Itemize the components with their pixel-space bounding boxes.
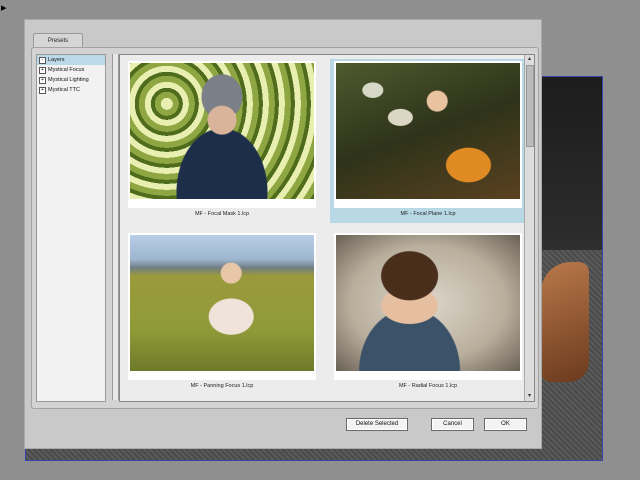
tree-item-mystical-lighting[interactable]: + Mystical Lighting — [37, 75, 105, 85]
thumbnail-frame — [128, 233, 316, 380]
tree-item-mystical-focus[interactable]: + Mystical Focus — [37, 65, 105, 75]
boy-in-flowers-image — [130, 63, 314, 199]
preset-tree[interactable]: - Layers + Mystical Focus + Mystical Lig… — [36, 54, 106, 402]
tree-item-layers[interactable]: - Layers — [37, 55, 105, 65]
collapse-icon[interactable]: - — [39, 56, 46, 64]
preset-thumbnail-focal-mask[interactable]: MF - Focal Mask 1.lcp — [124, 59, 320, 223]
expand-icon[interactable]: + — [39, 76, 46, 84]
thumbnail-frame — [128, 61, 316, 208]
preset-caption: MF - Radial Focus 1.lcp — [398, 383, 458, 389]
preset-caption: MF - Focal Plane 1.lcp — [400, 211, 456, 217]
scroll-up-icon[interactable]: ▴ — [525, 55, 534, 64]
preset-caption: MF - Focal Mask 1.lcp — [194, 211, 250, 217]
preset-thumbnail-panning-focus[interactable]: MF - Panning Focus 1.lcp — [124, 231, 320, 395]
expand-icon[interactable]: + — [39, 86, 46, 94]
mouse-cursor-icon: ▸ — [1, 2, 7, 14]
presets-dialog: Presets - Layers + Mystical Focus + Myst… — [25, 20, 541, 448]
rocking-horse-figure — [541, 262, 589, 382]
scroll-down-icon[interactable]: ▾ — [525, 392, 534, 401]
preset-caption: MF - Panning Focus 1.lcp — [190, 383, 254, 389]
preset-thumbnail-focal-plane[interactable]: MF - Focal Plane 1.lcp — [330, 59, 526, 223]
boy-portrait-image — [336, 235, 520, 371]
gallery-scrollbar[interactable]: ▴ ▾ — [524, 55, 534, 401]
preset-thumbnail-radial-focus[interactable]: MF - Radial Focus 1.lcp — [330, 231, 526, 395]
scroll-thumb[interactable] — [526, 65, 534, 147]
ok-button[interactable]: OK — [484, 418, 527, 431]
tree-item-mystical-ttc[interactable]: + Mystical TTC — [37, 85, 105, 95]
thumbnail-frame — [334, 61, 522, 208]
tree-item-label: Mystical Focus — [48, 67, 85, 73]
preset-gallery: MF - Focal Mask 1.lcp MF - Focal Plane 1… — [119, 54, 535, 402]
tree-item-label: Mystical Lighting — [48, 77, 89, 83]
woman-in-field-image — [130, 235, 314, 371]
expand-icon[interactable]: + — [39, 66, 46, 74]
delete-selected-button[interactable]: Delete Selected — [346, 418, 408, 431]
presets-panel: - Layers + Mystical Focus + Mystical Lig… — [31, 47, 539, 409]
thumbnail-frame — [334, 233, 522, 380]
fairy-with-fish-image — [336, 63, 520, 199]
cancel-button[interactable]: Cancel — [431, 418, 474, 431]
tree-item-label: Mystical TTC — [48, 87, 80, 93]
tree-item-label: Layers — [48, 57, 65, 63]
panel-splitter[interactable] — [112, 54, 119, 400]
tab-presets[interactable]: Presets — [33, 33, 83, 48]
